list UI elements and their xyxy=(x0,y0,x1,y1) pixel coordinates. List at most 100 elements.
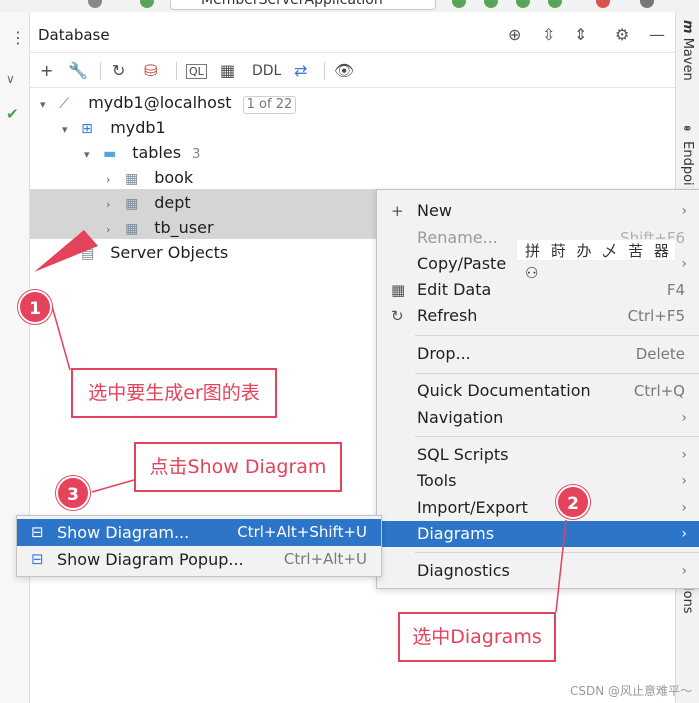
minimize-icon[interactable]: — xyxy=(649,25,665,44)
table-icon: ▦ xyxy=(125,221,139,237)
menu-item-shortcut: Ctrl+Alt+U xyxy=(283,550,367,568)
diagram-icon: ⊟ xyxy=(31,523,44,541)
tree-node-table[interactable]: › ▦ book xyxy=(106,165,193,190)
coverage-icon[interactable] xyxy=(516,0,530,8)
menu-item-import-export[interactable]: Import/Export › xyxy=(377,495,699,521)
menu-item-label: Tools xyxy=(417,471,457,490)
menu-item-diagrams[interactable]: Diagrams › xyxy=(377,521,699,547)
tables-count: 3 xyxy=(192,147,201,162)
menu-separator xyxy=(415,436,699,437)
menu-item-diagnostics[interactable]: Diagnostics › xyxy=(377,558,699,584)
chevron-down-icon[interactable]: ▾ xyxy=(40,92,54,117)
tree-node-table[interactable]: › ▦ dept xyxy=(106,190,191,215)
table-icon: ▦ xyxy=(125,171,139,187)
stop-icon[interactable] xyxy=(596,0,610,8)
collapse-all-icon[interactable]: ⇕ xyxy=(574,25,587,44)
query-console-icon[interactable]: QL xyxy=(186,64,207,79)
chevron-down-icon[interactable]: ▾ xyxy=(84,142,98,167)
tree-node-table[interactable]: › ▦ tb_user xyxy=(106,215,214,240)
notifications-tab-label: ions xyxy=(680,587,695,614)
menu-item-refresh[interactable]: ↻ Refresh Ctrl+F5 xyxy=(377,303,699,329)
chevron-down-icon[interactable]: ▾ xyxy=(62,117,76,142)
options-menu-icon[interactable]: ⋮ xyxy=(10,28,26,47)
diagrams-submenu: ⊟ Show Diagram... Ctrl+Alt+Shift+U ⊟ Sho… xyxy=(16,515,382,577)
selected-row-highlight xyxy=(30,189,376,214)
chevron-right-icon: › xyxy=(681,473,687,489)
tree-node-connection[interactable]: ▾ ⟋ mydb1@localhost 1 of 22 xyxy=(40,90,297,117)
menu-item-new[interactable]: + New › xyxy=(377,198,699,224)
profile-icon[interactable] xyxy=(548,0,562,8)
run-icon[interactable] xyxy=(452,0,466,8)
menu-item-label: Show Diagram Popup... xyxy=(57,550,244,569)
notifications-tab[interactable]: ions xyxy=(680,587,695,614)
maven-tab[interactable]: m Maven xyxy=(680,20,695,81)
top-toolbar-strip: MemberServerApplication xyxy=(0,0,699,12)
chevron-right-icon: › xyxy=(681,447,687,463)
expand-all-icon[interactable]: ⇳ xyxy=(542,25,555,44)
chevron-down-icon[interactable]: ∨ xyxy=(6,72,15,86)
step-marker: 2 xyxy=(556,485,590,519)
panel-title: Database xyxy=(38,26,110,44)
gear-icon[interactable]: ⚙ xyxy=(615,25,629,44)
wrench-icon[interactable]: 🔧 xyxy=(68,61,88,80)
table-label: tb_user xyxy=(154,218,214,237)
annotation-text: 点击Show Diagram xyxy=(149,456,327,478)
schema-count-badge: 1 of 22 xyxy=(242,96,297,114)
build-icon[interactable] xyxy=(140,0,154,8)
check-icon: ✔ xyxy=(6,105,19,123)
crosshair-icon[interactable]: ⊕ xyxy=(508,25,521,44)
refresh-icon: ↻ xyxy=(391,307,404,325)
chevron-right-icon: › xyxy=(681,526,687,542)
database-toolbar: + 🔧 ↻ ⛁ QL ▦ DDL ⇄ 👁 xyxy=(30,54,675,88)
annotation-line xyxy=(91,479,135,493)
add-icon[interactable]: + xyxy=(40,61,53,80)
endpoints-icon: ⚭ xyxy=(680,122,695,137)
menu-item-quick-documentation[interactable]: Quick Documentation Ctrl+Q xyxy=(377,378,699,404)
chevron-right-icon: › xyxy=(681,203,687,219)
toolbar-separator xyxy=(176,62,177,80)
debug-icon[interactable] xyxy=(484,0,498,8)
menu-item-show-diagram-popup[interactable]: ⊟ Show Diagram Popup... Ctrl+Alt+U xyxy=(17,546,381,573)
run-config-icon[interactable] xyxy=(88,0,102,8)
tree-node-server-objects[interactable]: › ▤ Server Objects xyxy=(62,240,228,265)
menu-item-label: SQL Scripts xyxy=(417,445,509,464)
menu-item-shortcut: Ctrl+F5 xyxy=(627,307,685,325)
tree-node-tables[interactable]: ▾ ▬ tables 3 xyxy=(84,140,200,165)
run-configuration-selector[interactable]: MemberServerApplication xyxy=(170,0,436,10)
menu-separator xyxy=(415,335,699,336)
table-icon: ▦ xyxy=(125,196,139,212)
chevron-right-icon[interactable]: › xyxy=(106,192,120,217)
menu-item-shortcut: Ctrl+Alt+Shift+U xyxy=(237,523,367,541)
refresh-icon[interactable]: ↻ xyxy=(112,61,125,80)
jump-to-icon[interactable]: ⇄ xyxy=(294,61,307,80)
search-icon[interactable] xyxy=(640,0,654,8)
run-configuration-label: MemberServerApplication xyxy=(201,0,383,8)
endpoints-tab[interactable]: ⚭ Endpoi xyxy=(680,122,695,186)
ddl-button[interactable]: DDL xyxy=(252,63,281,79)
menu-item-show-diagram[interactable]: ⊟ Show Diagram... Ctrl+Alt+Shift+U xyxy=(17,519,381,546)
tables-label: tables xyxy=(132,143,182,162)
chevron-right-icon: › xyxy=(681,256,687,272)
menu-item-drop[interactable]: Drop... Delete xyxy=(377,341,699,367)
chevron-right-icon[interactable]: › xyxy=(106,167,120,192)
watermark: CSDN @风止意难平～ xyxy=(570,684,693,698)
plus-icon: + xyxy=(391,202,404,220)
database-stop-icon[interactable]: ⛁ xyxy=(144,61,157,80)
menu-item-navigation[interactable]: Navigation › xyxy=(377,405,699,431)
ime-candidate-bar: 拼 莳 办 乄 苦 器 ⚇ xyxy=(516,239,676,282)
eye-icon[interactable]: 👁 xyxy=(334,61,354,80)
tree-node-database[interactable]: ▾ ⊞ mydb1 xyxy=(62,115,166,140)
database-label: mydb1 xyxy=(110,118,166,137)
menu-item-sql-scripts[interactable]: SQL Scripts › xyxy=(377,442,699,468)
menu-separator xyxy=(415,373,699,374)
annotation-line xyxy=(51,305,71,371)
menu-item-tools[interactable]: Tools › xyxy=(377,468,699,494)
chevron-right-icon[interactable]: › xyxy=(62,242,76,267)
menu-item-label: Drop... xyxy=(417,344,471,363)
menu-item-label: Import/Export xyxy=(417,498,528,517)
table-view-icon[interactable]: ▦ xyxy=(220,61,235,80)
annotation-text: 选中Diagrams xyxy=(412,626,542,648)
chevron-right-icon: › xyxy=(681,500,687,516)
chevron-right-icon[interactable]: › xyxy=(106,217,120,242)
step-marker: 1 xyxy=(18,290,52,324)
